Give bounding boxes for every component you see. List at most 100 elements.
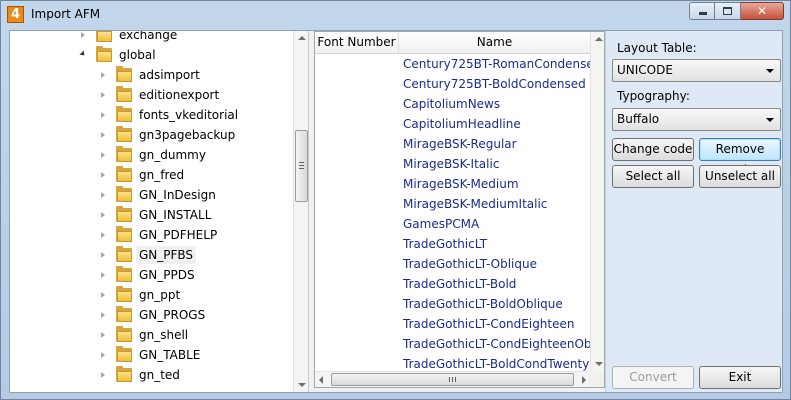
tree-item[interactable]: gn3pagebackup [10,125,293,145]
exit-button[interactable]: Exit [699,366,781,389]
collapsed-arrow-icon[interactable] [101,172,105,178]
font-row[interactable]: GamesPCMA [315,214,590,234]
select-all-button[interactable]: Select all [612,165,694,188]
layout-table-dropdown[interactable]: UNICODE [612,59,781,82]
tree-item[interactable]: gn_ted [10,365,293,385]
collapsed-arrow-icon[interactable] [101,372,105,378]
font-name-cell: TradeGothicLT-BoldOblique [403,297,563,311]
font-row[interactable]: TradeGothicLT-Oblique [315,254,590,274]
tree-item[interactable]: gn_fred [10,165,293,185]
collapsed-arrow-icon[interactable] [101,212,105,218]
folder-icon [116,306,132,322]
font-row[interactable]: MirageBSK-MediumItalic [315,194,590,214]
collapsed-arrow-icon[interactable] [101,272,105,278]
scroll-right-arrow-icon[interactable] [582,376,586,384]
font-row[interactable]: Century725BT-BoldCondensed [315,74,590,94]
remove-code-button[interactable]: Remove code [699,138,781,177]
close-icon: ✕ [756,4,768,18]
tree-item[interactable]: GN_PDFHELP [10,225,293,245]
app-icon[interactable]: 4 [7,6,24,23]
font-name-cell: TradeGothicLT [403,237,488,251]
typography-value: Buffalo [617,112,660,126]
tree-item-label: adsimport [139,68,200,82]
font-row[interactable]: CapitoliumHeadline [315,114,590,134]
font-name-cell: Century725BT-RomanCondensed [403,57,602,71]
collapsed-arrow-icon[interactable] [101,92,105,98]
tree-item[interactable]: GN_InDesign [10,185,293,205]
tree-item-label: editionexport [139,88,220,102]
tree-item[interactable]: gn_ppt [10,285,293,305]
font-list-hscrollbar[interactable] [315,371,590,387]
font-name-cell: MirageBSK-Regular [403,137,517,151]
font-row[interactable]: MirageBSK-Regular [315,134,590,154]
collapsed-arrow-icon[interactable] [101,72,105,78]
close-button[interactable]: ✕ [741,2,784,20]
folder-icon [116,226,132,242]
unselect-all-button[interactable]: Unselect all [699,165,781,188]
font-row[interactable]: Century725BT-RomanCondensed [315,54,601,74]
font-name-cell: MirageBSK-Medium [403,177,519,191]
font-number-cell [315,74,399,94]
tree-item[interactable]: adsimport [10,65,293,85]
tree-item-label: GN_PROGS [139,308,206,322]
tree-item[interactable]: GN_PPDS [10,265,293,285]
collapsed-arrow-icon[interactable] [101,192,105,198]
tree-item-label: gn_ted [139,368,180,382]
font-row[interactable]: MirageBSK-Italic [315,154,590,174]
collapsed-arrow-icon[interactable] [101,112,105,118]
collapsed-arrow-icon[interactable] [101,332,105,338]
font-row[interactable]: TradeGothicLT-Bold [315,274,590,294]
folder-tree[interactable]: exchange global adsimport editionexport font… [10,31,309,392]
collapsed-arrow-icon[interactable] [101,352,105,358]
font-row[interactable]: TradeGothicLT [315,234,590,254]
font-name-cell: MirageBSK-Italic [403,157,500,171]
font-row[interactable]: TradeGothicLT-CondEighteen [315,314,590,334]
scroll-up-arrow-icon[interactable] [595,37,603,41]
tree-item[interactable]: global [10,45,293,65]
font-row[interactable]: CapitoliumNews [315,94,590,114]
minimize-button[interactable] [689,2,715,20]
tree-item[interactable]: GN_TABLE [10,345,293,365]
title-bar[interactable]: 4 Import AFM ✕ [1,1,790,29]
font-list-hscroll-thumb[interactable] [331,373,574,386]
tree-item[interactable]: GN_PFBS [10,245,293,265]
tree-item[interactable]: fonts_vkeditorial [10,105,293,125]
typography-dropdown[interactable]: Buffalo [612,108,781,131]
expanded-arrow-icon[interactable] [79,50,87,58]
tree-item[interactable]: editionexport [10,85,293,105]
font-row[interactable]: TradeGothicLT-CondEighteenObl [315,334,595,354]
font-list-header: Font Number Name [315,32,590,54]
folder-tree-scrollbar[interactable] [293,31,308,392]
scroll-down-arrow-icon[interactable] [595,362,603,366]
layout-table-value: UNICODE [617,63,673,77]
collapsed-arrow-icon[interactable] [101,152,105,158]
typography-label: Typography: [617,89,690,103]
scroll-left-arrow-icon[interactable] [319,376,323,384]
collapsed-arrow-icon[interactable] [101,292,105,298]
maximize-button[interactable] [715,2,741,20]
collapsed-arrow-icon[interactable] [81,32,85,38]
scroll-up-arrow-icon[interactable] [298,36,306,40]
font-list-vscrollbar[interactable] [590,32,604,371]
tree-item[interactable]: GN_PROGS [10,305,293,325]
tree-item[interactable]: GN_INSTALL [10,205,293,225]
change-code-button[interactable]: Change code [612,138,694,161]
collapsed-arrow-icon[interactable] [101,312,105,318]
font-row[interactable]: TradeGothicLT-BoldOblique [315,294,590,314]
collapsed-arrow-icon[interactable] [101,232,105,238]
font-list[interactable]: Font Number Name Century725BT-RomanConde… [314,31,605,388]
font-row[interactable]: MirageBSK-Medium [315,174,590,194]
font-number-cell [315,54,399,74]
scroll-down-arrow-icon[interactable] [298,383,306,387]
collapsed-arrow-icon[interactable] [101,132,105,138]
tree-item[interactable]: gn_shell [10,325,293,345]
tree-item[interactable]: gn_dummy [10,145,293,165]
tree-item-label: fonts_vkeditorial [139,108,239,122]
column-header-font-number[interactable]: Font Number [315,32,399,53]
folder-tree-scroll-thumb[interactable] [295,130,308,202]
folder-icon [116,166,132,182]
column-header-name[interactable]: Name [399,32,590,53]
tree-item[interactable]: exchange [10,31,293,45]
tree-item-label: GN_PFBS [136,246,197,264]
collapsed-arrow-icon[interactable] [101,252,105,258]
